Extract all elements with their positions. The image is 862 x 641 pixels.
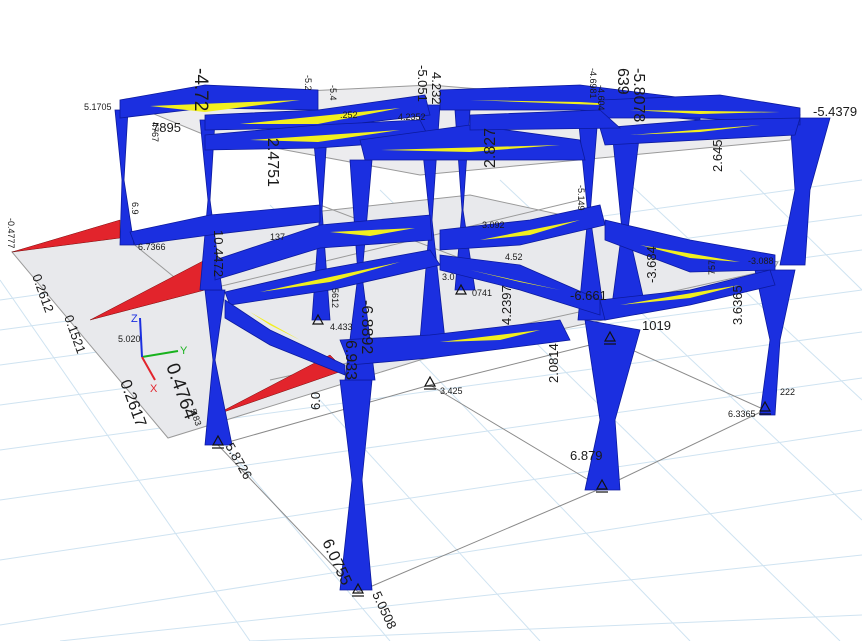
value-label: -5.051 — [415, 65, 430, 102]
axis-x-label: X — [150, 383, 158, 395]
value-label: -0.4777 — [6, 218, 16, 249]
value-label: 4.52 — [505, 252, 523, 262]
value-label: -3.684 — [644, 246, 659, 283]
value-label: 0741 — [472, 288, 492, 298]
axis-y-label: Y — [180, 345, 188, 357]
value-label: 10.4472 — [211, 230, 226, 277]
value-label: 5.020 — [118, 334, 141, 344]
value-label: .252 — [340, 110, 358, 120]
value-label: 5.0508 — [369, 589, 399, 631]
value-label: 2.0814 — [546, 343, 561, 383]
value-label: -4.72 — [190, 68, 211, 111]
value-label: -5.8078 — [630, 68, 647, 122]
value-label: 5.8726 — [222, 440, 255, 482]
value-label: -6.8892 — [358, 300, 375, 354]
value-label: 137 — [270, 232, 285, 242]
value-label: -5.2 — [303, 75, 313, 91]
value-label: 3.425 — [440, 386, 463, 396]
value-label: 6.3365 — [728, 409, 756, 419]
model-viewport[interactable]: Y X Z -4.72 -5.2 -5.4 -5.051 4.232 4.235… — [0, 0, 862, 641]
value-label: 6.7366 — [138, 242, 166, 252]
value-label: -5.4 — [328, 85, 338, 101]
value-label: -6.661 — [570, 288, 607, 303]
value-label: 4.232 — [429, 72, 444, 105]
value-label: 6.933 — [342, 340, 359, 380]
axis-z-label: Z — [131, 313, 138, 325]
value-label: 2.4751 — [264, 138, 281, 187]
structural-3d-view[interactable]: Y X Z -4.72 -5.2 -5.4 -5.051 4.232 4.235… — [0, 0, 862, 641]
value-label: 2.827 — [482, 128, 499, 168]
value-label: 4767 — [150, 122, 160, 142]
value-label: 757 — [707, 260, 717, 275]
value-label: 4.433 — [330, 322, 353, 332]
value-label: 4.2352 — [398, 112, 426, 122]
value-label: 5612 — [330, 288, 340, 308]
value-label: 5.1705 — [84, 102, 112, 112]
value-label: 4.2397 — [499, 285, 514, 325]
value-label: 222 — [780, 387, 795, 397]
value-label: 3.6365 — [730, 285, 745, 325]
value-label: 6.0 — [308, 392, 323, 410]
value-label: 2.645 — [710, 139, 725, 172]
value-label: -3.088 — [748, 256, 774, 266]
value-label: 639 — [614, 68, 631, 95]
value-label: 1019 — [642, 318, 671, 333]
value-label: 6.879 — [570, 448, 603, 463]
value-label: -5.149 — [576, 185, 586, 211]
value-label: -4.604 — [596, 85, 606, 111]
value-label: 3.0 — [442, 272, 455, 282]
value-label: -5.4379 — [813, 104, 857, 119]
value-label: 6.9 — [130, 202, 140, 215]
value-label: 3.092 — [482, 220, 505, 230]
